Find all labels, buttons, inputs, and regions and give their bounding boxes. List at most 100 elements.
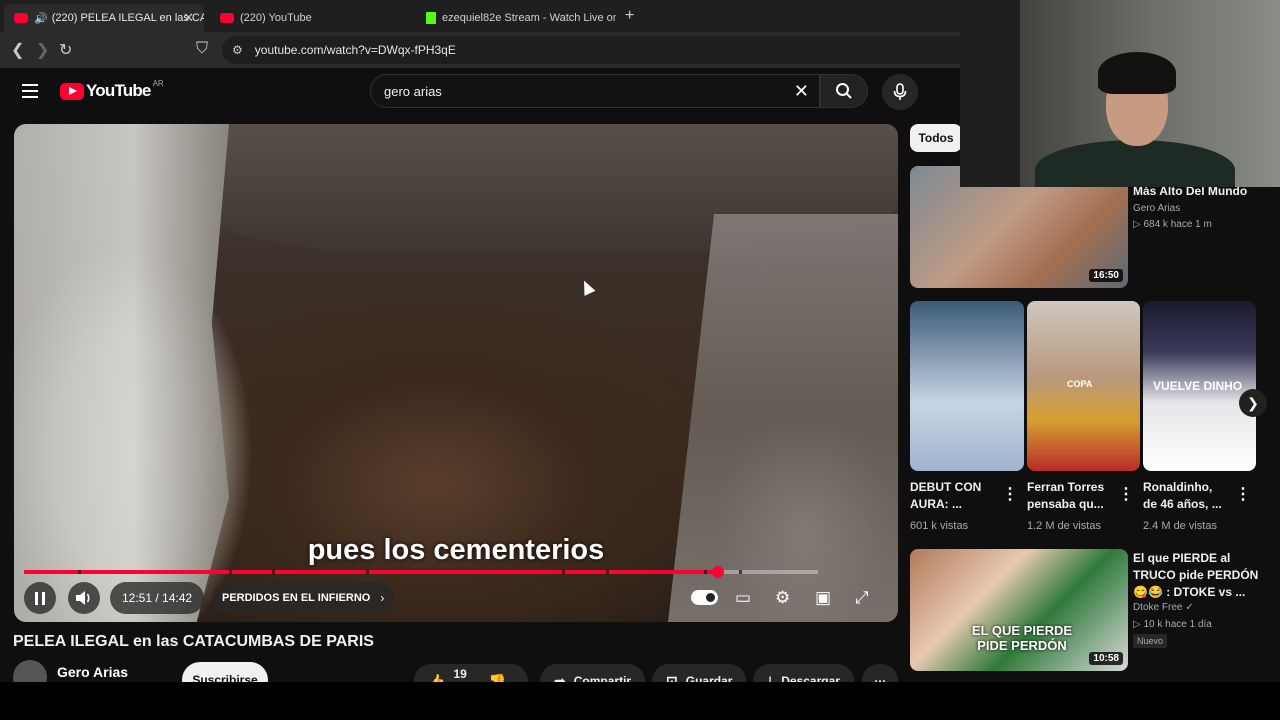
short-thumbnail[interactable]: COPA xyxy=(1027,301,1140,471)
progress-fill xyxy=(24,570,718,574)
settings-gear-icon[interactable]: ⚙ xyxy=(775,588,790,608)
new-badge: Nuevo xyxy=(1133,634,1168,648)
time-display: 12:51 / 14:42 xyxy=(110,582,205,614)
chapter-marker xyxy=(272,570,275,574)
browser-tabbar: 🔊 (220) PELEA ILEGAL en las CA ✕ (220) Y… xyxy=(0,0,960,32)
featured-video-channel[interactable]: Gero Arias xyxy=(1133,201,1180,217)
reload-icon[interactable]: ↻ xyxy=(59,40,72,60)
chapter-marker xyxy=(606,570,609,574)
webcam-hair xyxy=(1098,52,1176,94)
volume-icon xyxy=(76,591,90,605)
channel-name[interactable]: Gero Arias xyxy=(57,664,128,680)
short-title-line: Ferran Torres xyxy=(1027,480,1105,494)
site-info-icon[interactable]: ⚙ xyxy=(232,43,243,57)
autoplay-toggle[interactable] xyxy=(691,590,718,605)
logo-text: YouTube xyxy=(86,81,151,100)
youtube-play-icon xyxy=(60,82,84,100)
tab-label: ezequiel82e Stream - Watch Live on xyxy=(442,12,616,24)
title-line: El que PIERDE al xyxy=(1133,551,1231,565)
short-title-line: de 46 años, ... xyxy=(1143,497,1222,511)
menu-icon[interactable] xyxy=(22,84,38,98)
recommended-video-title[interactable]: El que PIERDE al TRUCO pide PERDÓN 😋😂 : … xyxy=(1133,550,1258,601)
chapter-marker xyxy=(562,570,565,574)
youtube-favicon-icon xyxy=(14,13,28,23)
recommended-video-channel[interactable]: Dtoke Free ✓ xyxy=(1133,600,1194,616)
close-tab-icon[interactable]: ✕ xyxy=(183,10,194,26)
recommended-video-thumbnail[interactable]: EL QUE PIERDE PIDE PERDÓN 10:58 xyxy=(910,549,1128,671)
webcam-background xyxy=(960,0,1020,187)
short-views: 601 k vistas xyxy=(910,520,969,532)
short-thumb-text: VUELVE DINHO xyxy=(1153,379,1243,393)
forward-arrow-icon[interactable]: ❯ xyxy=(36,40,49,60)
chapter-marker xyxy=(366,570,369,574)
chapter-marker xyxy=(229,570,232,574)
back-arrow-icon[interactable]: ❮ xyxy=(11,40,24,60)
subtitle-caption: pues los cementerios xyxy=(307,534,605,566)
screen: 🔊 (220) PELEA ILEGAL en las CA ✕ (220) Y… xyxy=(0,0,1280,720)
time-text: 12:51 / 14:42 xyxy=(122,591,193,605)
featured-video-meta: ▷ 684 k hace 1 m xyxy=(1133,219,1212,230)
chapter-button[interactable]: PERDIDOS EN EL INFIERNO › xyxy=(212,582,395,614)
search-input[interactable]: gero arias xyxy=(371,84,794,99)
title-line: 😋😂 : DTOKE vs ... xyxy=(1133,585,1246,599)
tab-label: (220) PELEA ILEGAL en las CA xyxy=(51,12,204,24)
youtube-favicon-icon xyxy=(220,13,234,23)
subtitles-icon[interactable]: ▭ xyxy=(735,588,751,608)
short-thumbnail[interactable]: VUELVE DINHO xyxy=(1143,301,1256,471)
tab-kick-stream[interactable]: ezequiel82e Stream - Watch Live on xyxy=(416,4,616,32)
more-vert-icon[interactable]: ⋮ xyxy=(1235,484,1251,504)
short-thumbnail[interactable] xyxy=(910,301,1024,471)
mouse-cursor-icon xyxy=(578,278,596,296)
thumb-overlay-text: EL QUE PIERDE PIDE PERDÓN xyxy=(971,623,1073,653)
browser-toolbar: ❮ ❯ ↻ ⛉ ⚙ youtube.com/watch?v=DWqx-fPH3q… xyxy=(0,32,960,68)
duration-badge: 16:50 xyxy=(1089,269,1123,282)
short-title[interactable]: DEBUT CON AURA: ... xyxy=(910,479,981,513)
chapter-marker xyxy=(78,570,81,574)
youtube-header: YouTube AR gero arias ✕ xyxy=(0,68,960,116)
more-vert-icon[interactable]: ⋮ xyxy=(1002,484,1018,504)
short-views: 2.4 M de vistas xyxy=(1143,520,1217,532)
tab-pelea-ilegal[interactable]: 🔊 (220) PELEA ILEGAL en las CA ✕ xyxy=(4,4,204,32)
country-code: AR xyxy=(152,78,164,88)
webcam-person xyxy=(1035,140,1235,187)
video-title: PELEA ILEGAL en las CATACUMBAS DE PARIS xyxy=(13,633,374,650)
scrubber-handle[interactable] xyxy=(711,566,724,578)
letterbox-bar xyxy=(0,682,1280,720)
video-player[interactable]: pues los cementerios 12:51 / 14:42 PERDI… xyxy=(14,124,898,622)
duration-badge: 10:58 xyxy=(1089,652,1123,665)
search-icon xyxy=(836,83,852,99)
chevron-right-icon[interactable]: ❯ xyxy=(1239,389,1267,417)
new-tab-button[interactable]: + xyxy=(625,7,634,25)
more-vert-icon[interactable]: ⋮ xyxy=(1118,484,1134,504)
tab-label: (220) YouTube xyxy=(240,12,312,24)
pause-button[interactable] xyxy=(24,582,56,614)
progress-bar[interactable] xyxy=(24,566,818,578)
bookmark-icon[interactable]: ⛉ xyxy=(196,40,208,58)
short-views: 1.2 M de vistas xyxy=(1027,520,1101,532)
short-title[interactable]: Ferran Torres pensaba qu... xyxy=(1027,479,1104,513)
short-title-line: DEBUT CON xyxy=(910,480,982,494)
short-title-line: pensaba qu... xyxy=(1027,497,1104,511)
recommended-video-meta: ▷ 10 k hace 1 día xyxy=(1133,619,1212,630)
short-title-line: Ronaldinho, xyxy=(1143,480,1213,494)
voice-search-button[interactable] xyxy=(882,74,918,110)
youtube-logo[interactable]: YouTube AR xyxy=(60,78,164,101)
chevron-right-icon: › xyxy=(380,591,385,605)
webcam-overlay xyxy=(960,0,1280,187)
search-button[interactable] xyxy=(820,74,868,108)
chapter-marker xyxy=(704,570,707,574)
chapter-marker xyxy=(739,570,742,574)
tab-youtube[interactable]: (220) YouTube xyxy=(210,4,410,32)
short-title-line: AURA: ... xyxy=(910,497,962,511)
filter-chip-todos[interactable]: Todos xyxy=(910,124,962,152)
microphone-icon xyxy=(893,83,907,100)
short-title[interactable]: Ronaldinho, de 46 años, ... xyxy=(1143,479,1222,513)
clear-search-icon[interactable]: ✕ xyxy=(794,81,809,102)
search-box[interactable]: gero arias ✕ xyxy=(370,74,820,108)
volume-button[interactable] xyxy=(68,582,100,614)
address-bar[interactable]: ⚙ youtube.com/watch?v=DWqx-fPH3qE xyxy=(222,36,960,64)
title-line: TRUCO pide PERDÓN xyxy=(1133,568,1259,582)
theater-mode-icon[interactable]: ▣ xyxy=(815,588,831,608)
kick-favicon-icon xyxy=(426,12,436,24)
fullscreen-icon[interactable]: ⤢ xyxy=(855,588,869,608)
